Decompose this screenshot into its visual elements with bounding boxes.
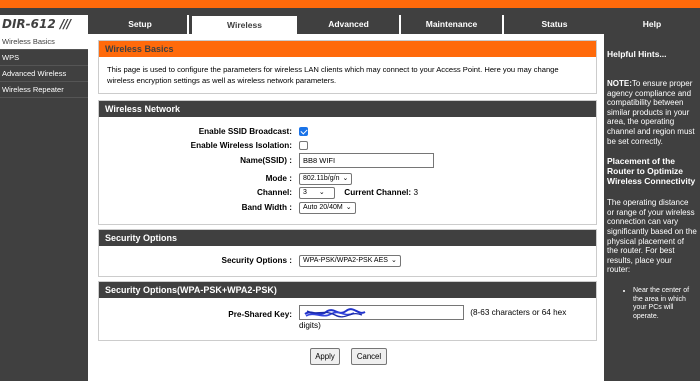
sidebar-item-wps[interactable]: WPS — [0, 50, 88, 66]
chevron-down-icon: ⌄ — [390, 256, 397, 264]
current-channel-label: Current Channel: — [344, 188, 412, 197]
wpa-options-title: Security Options(WPA-PSK+WPA2-PSK) — [99, 282, 596, 298]
psk-hint-line1: (8-63 characters or 64 hex — [470, 307, 567, 317]
ssid-broadcast-checkbox[interactable] — [299, 127, 308, 137]
tab-status[interactable]: Status — [504, 15, 607, 34]
wireless-network-section: Wireless Network Enable SSID Broadcast: … — [98, 100, 597, 225]
help-panel: Helpful Hints... NOTE:To ensure proper a… — [604, 34, 700, 381]
wireless-isolation-label: Enable Wireless Isolation: — [190, 141, 292, 150]
help-bullet: Near the center of the area in which you… — [633, 287, 697, 321]
help-title: Helpful Hints... — [607, 49, 667, 59]
help-placement-title: Placement of the Router to Optimize Wire… — [607, 156, 696, 187]
bandwidth-select[interactable]: Auto 20/40M ⌄ — [299, 201, 356, 214]
chevron-down-icon: ⌄ — [318, 188, 325, 196]
tab-advanced[interactable]: Advanced — [298, 15, 401, 34]
help-placement-text: The operating distance or range of your … — [607, 198, 697, 275]
tab-setup[interactable]: Setup — [93, 15, 189, 34]
mode-label: Mode : — [265, 174, 292, 183]
tab-help[interactable]: Help — [604, 15, 700, 34]
channel-select[interactable]: 3 ⌄ — [299, 186, 335, 199]
bandwidth-value: Auto 20/40M — [303, 203, 343, 211]
wireless-basics-description: This page is used to configure the param… — [107, 65, 559, 85]
psk-label: Pre-Shared Key: — [228, 310, 292, 319]
sidebar: Wireless Basics WPS Advanced Wireless Wi… — [0, 34, 88, 381]
apply-button[interactable]: Apply — [310, 348, 340, 365]
logo-slashes: /// — [60, 17, 71, 31]
channel-value: 3 — [303, 188, 307, 196]
logo-text: DIR-612 — [2, 17, 56, 31]
chevron-down-icon: ⌄ — [345, 203, 352, 211]
tab-wireless[interactable]: Wireless — [191, 15, 298, 34]
help-note-text: To ensure proper agency compliance and c… — [607, 79, 695, 146]
sidebar-item-advanced-wireless[interactable]: Advanced Wireless — [0, 66, 88, 82]
sidebar-item-wireless-repeater[interactable]: Wireless Repeater — [0, 82, 88, 98]
psk-hint-line2: digits) — [299, 321, 321, 330]
wireless-basics-section: Wireless Basics This page is used to con… — [98, 40, 597, 94]
security-options-title: Security Options — [99, 230, 596, 246]
help-bullet-list: Near the center of the area in which you… — [607, 287, 697, 321]
security-options-label: Security Options : — [221, 256, 292, 265]
redacted-scribble — [304, 308, 366, 318]
cancel-button[interactable]: Cancel — [351, 348, 387, 365]
chevron-down-icon: ⌄ — [342, 174, 349, 182]
security-options-section: Security Options Security Options : WPA-… — [98, 229, 597, 277]
product-logo: DIR-612 /// — [0, 15, 88, 34]
main-content: Wireless Basics This page is used to con… — [93, 34, 602, 381]
wireless-network-title: Wireless Network — [99, 101, 596, 117]
wireless-isolation-checkbox[interactable] — [299, 141, 308, 151]
psk-input[interactable] — [299, 305, 464, 320]
channel-label: Channel: — [256, 188, 292, 197]
tab-maintenance[interactable]: Maintenance — [401, 15, 504, 34]
security-options-value: WPA-PSK/WPA2-PSK AES — [303, 256, 388, 264]
mode-value: 802.11b/g/n — [303, 174, 340, 182]
wireless-basics-title: Wireless Basics — [99, 41, 596, 57]
current-channel-value: 3 — [413, 188, 418, 197]
ssid-broadcast-label: Enable SSID Broadcast: — [198, 127, 292, 136]
ssid-label: Name(SSID) : — [240, 156, 292, 165]
security-options-select[interactable]: WPA-PSK/WPA2-PSK AES ⌄ — [299, 254, 401, 267]
sidebar-item-wireless-basics[interactable]: Wireless Basics — [0, 34, 88, 50]
ssid-input[interactable]: BB8 WIFI — [299, 153, 434, 168]
bandwidth-label: Band Width : — [241, 203, 292, 212]
top-accent-stripe — [0, 0, 700, 8]
wpa-options-section: Security Options(WPA-PSK+WPA2-PSK) Pre-S… — [98, 281, 597, 341]
mode-select[interactable]: 802.11b/g/n ⌄ — [299, 172, 353, 185]
help-note-label: NOTE: — [607, 79, 632, 88]
